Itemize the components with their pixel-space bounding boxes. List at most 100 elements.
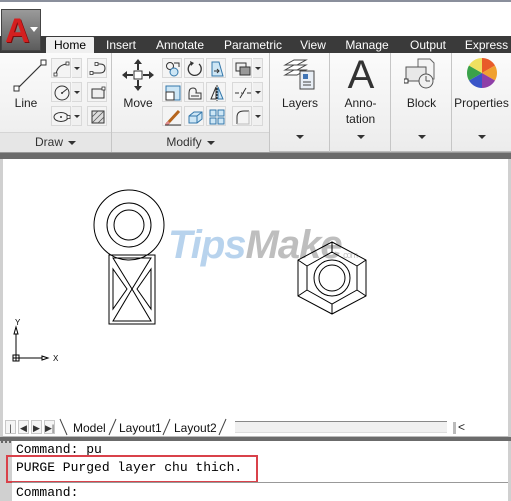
ring-part[interactable]: [93, 189, 165, 261]
next-layout-button[interactable]: ▶: [31, 420, 42, 434]
properties-label: Properties: [454, 96, 509, 110]
scale-icon: [165, 85, 181, 101]
rectangle-button[interactable]: [87, 82, 107, 102]
layers-label: Layers: [281, 96, 319, 110]
modify-panel: Move Modify: [112, 53, 270, 152]
chevron-down-icon: [356, 134, 365, 139]
tab-annotate[interactable]: Annotate: [150, 37, 210, 53]
horizontal-scrollbar[interactable]: [235, 421, 456, 434]
layers-panel[interactable]: Layers: [270, 53, 330, 152]
fillet-dropdown[interactable]: [253, 106, 263, 126]
rotate-button[interactable]: [184, 58, 204, 78]
scroll-left-icon[interactable]: <: [458, 420, 465, 434]
grip-handle[interactable]: [1, 441, 11, 445]
block-panel[interactable]: Block: [391, 53, 452, 152]
polyline-button[interactable]: [51, 58, 71, 78]
stretch-icon: [188, 87, 202, 100]
properties-panel[interactable]: Properties: [452, 53, 511, 152]
stretch-button[interactable]: [184, 82, 204, 102]
prev-layout-button[interactable]: ◀: [18, 420, 29, 434]
tab-output[interactable]: Output: [404, 37, 452, 53]
fillet-button[interactable]: [232, 106, 252, 126]
scale-button[interactable]: [162, 82, 182, 102]
spline-icon: [89, 62, 106, 75]
line-button[interactable]: Line: [4, 55, 48, 129]
block-icon: [404, 58, 435, 89]
line-label: Line: [14, 96, 38, 110]
chevron-down-icon: [417, 134, 426, 139]
layers-expand[interactable]: [270, 128, 330, 146]
mirror-button[interactable]: [206, 82, 226, 102]
ellipse-dropdown[interactable]: [72, 106, 82, 126]
rectangular-array-button[interactable]: [206, 106, 226, 126]
annotation-panel[interactable]: A Anno- tation: [330, 53, 391, 152]
hex-nut-part[interactable]: [297, 241, 367, 315]
ribbon-tab-bar: Home Insert Annotate Parametric View Man…: [0, 36, 511, 53]
tab-layout2[interactable]: Layout2: [174, 420, 217, 436]
command-prompt: Command:: [16, 485, 79, 500]
command-input[interactable]: Command:: [12, 482, 508, 501]
ribbon-splitter[interactable]: [0, 152, 511, 159]
polyline-icon: [53, 61, 70, 77]
ellipse-button[interactable]: [51, 106, 71, 126]
break-button[interactable]: [232, 82, 252, 102]
explode-button[interactable]: [184, 106, 204, 126]
tab-express[interactable]: Express: [462, 37, 511, 53]
hatch-button[interactable]: [87, 106, 107, 126]
tab-home[interactable]: Home: [46, 37, 94, 53]
command-window: Command: pu PURGE Purged layer chu thich…: [0, 441, 511, 501]
array-button[interactable]: [232, 58, 252, 78]
tab-insert[interactable]: Insert: [100, 37, 142, 53]
block-label: Block: [406, 96, 437, 110]
draw-panel-footer[interactable]: Draw: [0, 132, 111, 152]
tab-view[interactable]: View: [296, 37, 330, 53]
copy-button[interactable]: [162, 58, 182, 78]
chevron-down-icon: [30, 27, 38, 32]
cross-box-part[interactable]: [108, 254, 156, 325]
spline-button[interactable]: [87, 58, 107, 78]
annotation-label-line1: Anno-: [344, 96, 377, 110]
erase-icon: [164, 109, 181, 126]
scrollbar-thumb[interactable]: [453, 422, 456, 434]
last-layout-button[interactable]: ▶|: [44, 420, 55, 434]
explode-icon: [188, 111, 203, 124]
chevron-down-icon: [68, 140, 76, 145]
tab-parametric[interactable]: Parametric: [220, 37, 286, 53]
line-icon: [13, 59, 47, 92]
title-bar: [0, 0, 511, 36]
array-dropdown[interactable]: [253, 58, 263, 78]
circle-icon: [54, 85, 70, 101]
first-layout-button[interactable]: |◀: [5, 420, 16, 447]
application-menu-button[interactable]: A: [1, 9, 41, 51]
autocad-window: A Home Insert Annotate Parametric View M…: [0, 0, 511, 501]
break-dropdown[interactable]: [253, 82, 263, 102]
ucs-x-label: X: [53, 354, 59, 363]
fillet-icon: [236, 110, 250, 125]
circle-dropdown[interactable]: [72, 82, 82, 102]
chevron-down-icon: [206, 140, 215, 145]
ucs-y-label: Y: [15, 318, 21, 327]
polyline-dropdown[interactable]: [72, 58, 82, 78]
tab-manage[interactable]: Manage: [341, 37, 393, 53]
ribbon: Line Draw Move Modify Layers A Anno- tat…: [0, 53, 511, 152]
annotation-expand[interactable]: [330, 128, 391, 146]
block-expand[interactable]: [391, 128, 452, 146]
trim-button[interactable]: [206, 58, 226, 78]
tab-layout1[interactable]: Layout1: [119, 420, 162, 436]
drawing-canvas[interactable]: TipsMake.com Y X: [0, 159, 511, 417]
properties-expand[interactable]: [452, 128, 511, 146]
modify-panel-title: Modify: [166, 135, 202, 149]
ellipse-icon: [53, 112, 71, 122]
trim-icon: [211, 61, 224, 77]
rectangle-icon: [91, 86, 106, 99]
move-button[interactable]: Move: [116, 55, 160, 129]
modify-panel-footer[interactable]: Modify: [112, 132, 269, 152]
circle-button[interactable]: [51, 82, 71, 102]
tab-model[interactable]: Model: [73, 420, 106, 436]
ucs-icon: [12, 325, 50, 362]
draw-panel: Line Draw: [0, 53, 112, 152]
text-icon: A: [347, 53, 375, 97]
array-icon: [235, 62, 251, 76]
layers-icon: [283, 59, 315, 90]
erase-button[interactable]: [162, 106, 182, 126]
